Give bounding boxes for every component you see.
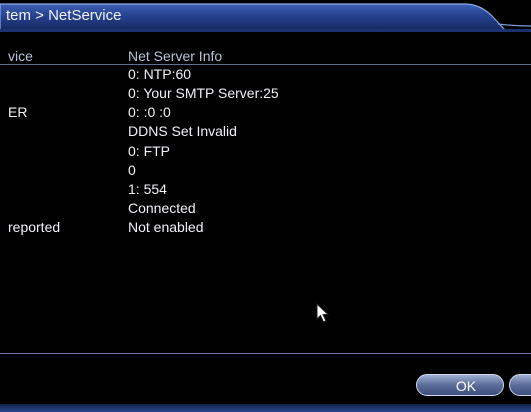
row-5-info: 0: FTP bbox=[128, 143, 171, 159]
row-8-info: Connected bbox=[128, 200, 196, 216]
mouse-pointer-icon bbox=[316, 302, 330, 328]
row-1-info: 0: NTP:60 bbox=[128, 66, 192, 82]
cancel-button[interactable]: C bbox=[509, 374, 531, 396]
row-4-info: DDNS Set Invalid bbox=[128, 123, 237, 139]
column-header-net-server-info: Net Server Info bbox=[128, 48, 223, 64]
row-6-info: 0 bbox=[128, 162, 136, 178]
title-bar: tem > NetService bbox=[0, 2, 531, 32]
row-3-name: ER bbox=[8, 104, 28, 120]
row-9-info: Not enabled bbox=[128, 219, 204, 235]
header-divider bbox=[0, 64, 531, 65]
row-2-info: 0: Your SMTP Server:25 bbox=[128, 85, 279, 101]
window-title: tem > NetService bbox=[6, 7, 122, 24]
row-3-info: 0: :0 :0 bbox=[128, 104, 171, 120]
window-bottom-border bbox=[0, 404, 531, 412]
row-7-info: 1: 554 bbox=[128, 181, 167, 197]
footer-divider bbox=[0, 353, 531, 354]
netservice-window: tem > NetService vice Net Server Info 0:… bbox=[0, 0, 531, 412]
row-9-name: reported bbox=[8, 219, 61, 235]
ok-button[interactable]: OK bbox=[416, 374, 504, 396]
column-header-service: vice bbox=[8, 48, 33, 64]
